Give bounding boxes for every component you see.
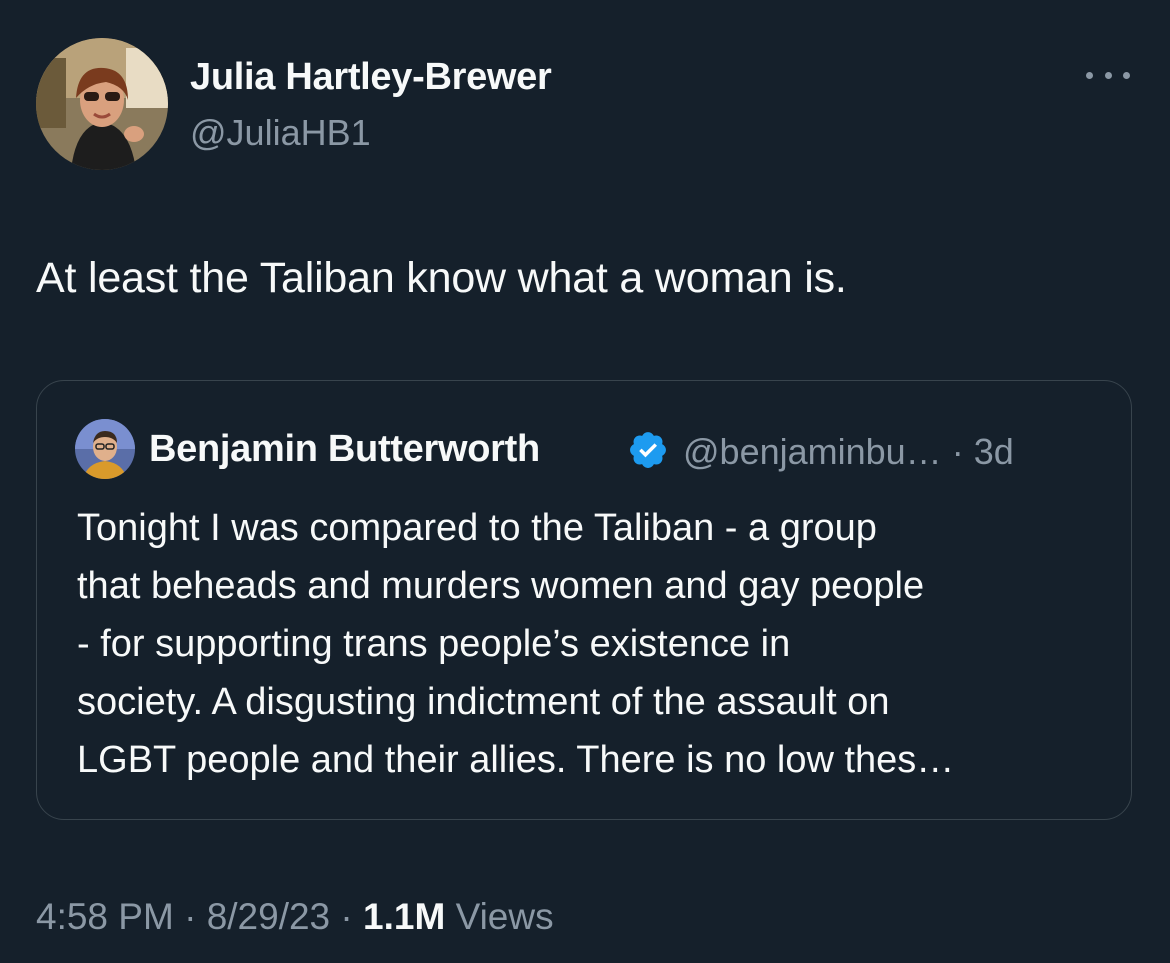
- quoted-tweet-line: that beheads and murders women and gay p…: [77, 565, 925, 607]
- quoted-tweet-card[interactable]: Benjamin Butterworth @benjaminbu… · 3d T…: [36, 380, 1132, 820]
- tweet-date[interactable]: 8/29/23: [207, 896, 330, 937]
- quoted-author-avatar-image: [75, 419, 135, 479]
- quoted-author-avatar: [75, 419, 135, 479]
- verified-badge-icon: [627, 429, 669, 471]
- quoted-author-meta: @benjaminbu… · 3d: [683, 431, 1014, 473]
- quoted-author-name: Benjamin Butterworth: [149, 428, 540, 470]
- more-dot: [1123, 71, 1130, 79]
- quoted-tweet-text: Tonight I was compared to the Taliban - …: [77, 499, 1117, 789]
- views-count[interactable]: 1.1M: [363, 896, 445, 937]
- tweet-meta: 4:58 PM · 8/29/23 · 1.1M Views: [36, 896, 554, 938]
- quoted-author-handle: @benjaminbu…: [683, 431, 942, 472]
- quoted-tweet-line: society. A disgusting indictment of the …: [77, 681, 890, 723]
- more-dot: [1104, 71, 1112, 79]
- quoted-tweet-age: 3d: [973, 431, 1014, 472]
- tweet-time[interactable]: 4:58 PM: [36, 896, 174, 937]
- quoted-tweet-line: - for supporting trans people’s existenc…: [77, 623, 791, 665]
- more-dot: [1086, 71, 1093, 79]
- meta-separator: ·: [340, 896, 353, 937]
- views-label[interactable]: Views: [456, 896, 554, 937]
- author-avatar-image: [36, 38, 168, 170]
- more-horizontal-icon[interactable]: [1086, 62, 1130, 88]
- quoted-tweet-line: Tonight I was compared to the Taliban - …: [77, 507, 877, 549]
- author-handle[interactable]: @JuliaHB1: [190, 112, 371, 154]
- quoted-tweet-line: LGBT people and their allies. There is n…: [77, 739, 955, 781]
- meta-separator: ·: [951, 431, 964, 472]
- tweet-text: At least the Taliban know what a woman i…: [36, 254, 847, 302]
- meta-separator: ·: [184, 896, 197, 937]
- author-name[interactable]: Julia Hartley-Brewer: [190, 56, 552, 99]
- author-avatar[interactable]: [36, 38, 168, 170]
